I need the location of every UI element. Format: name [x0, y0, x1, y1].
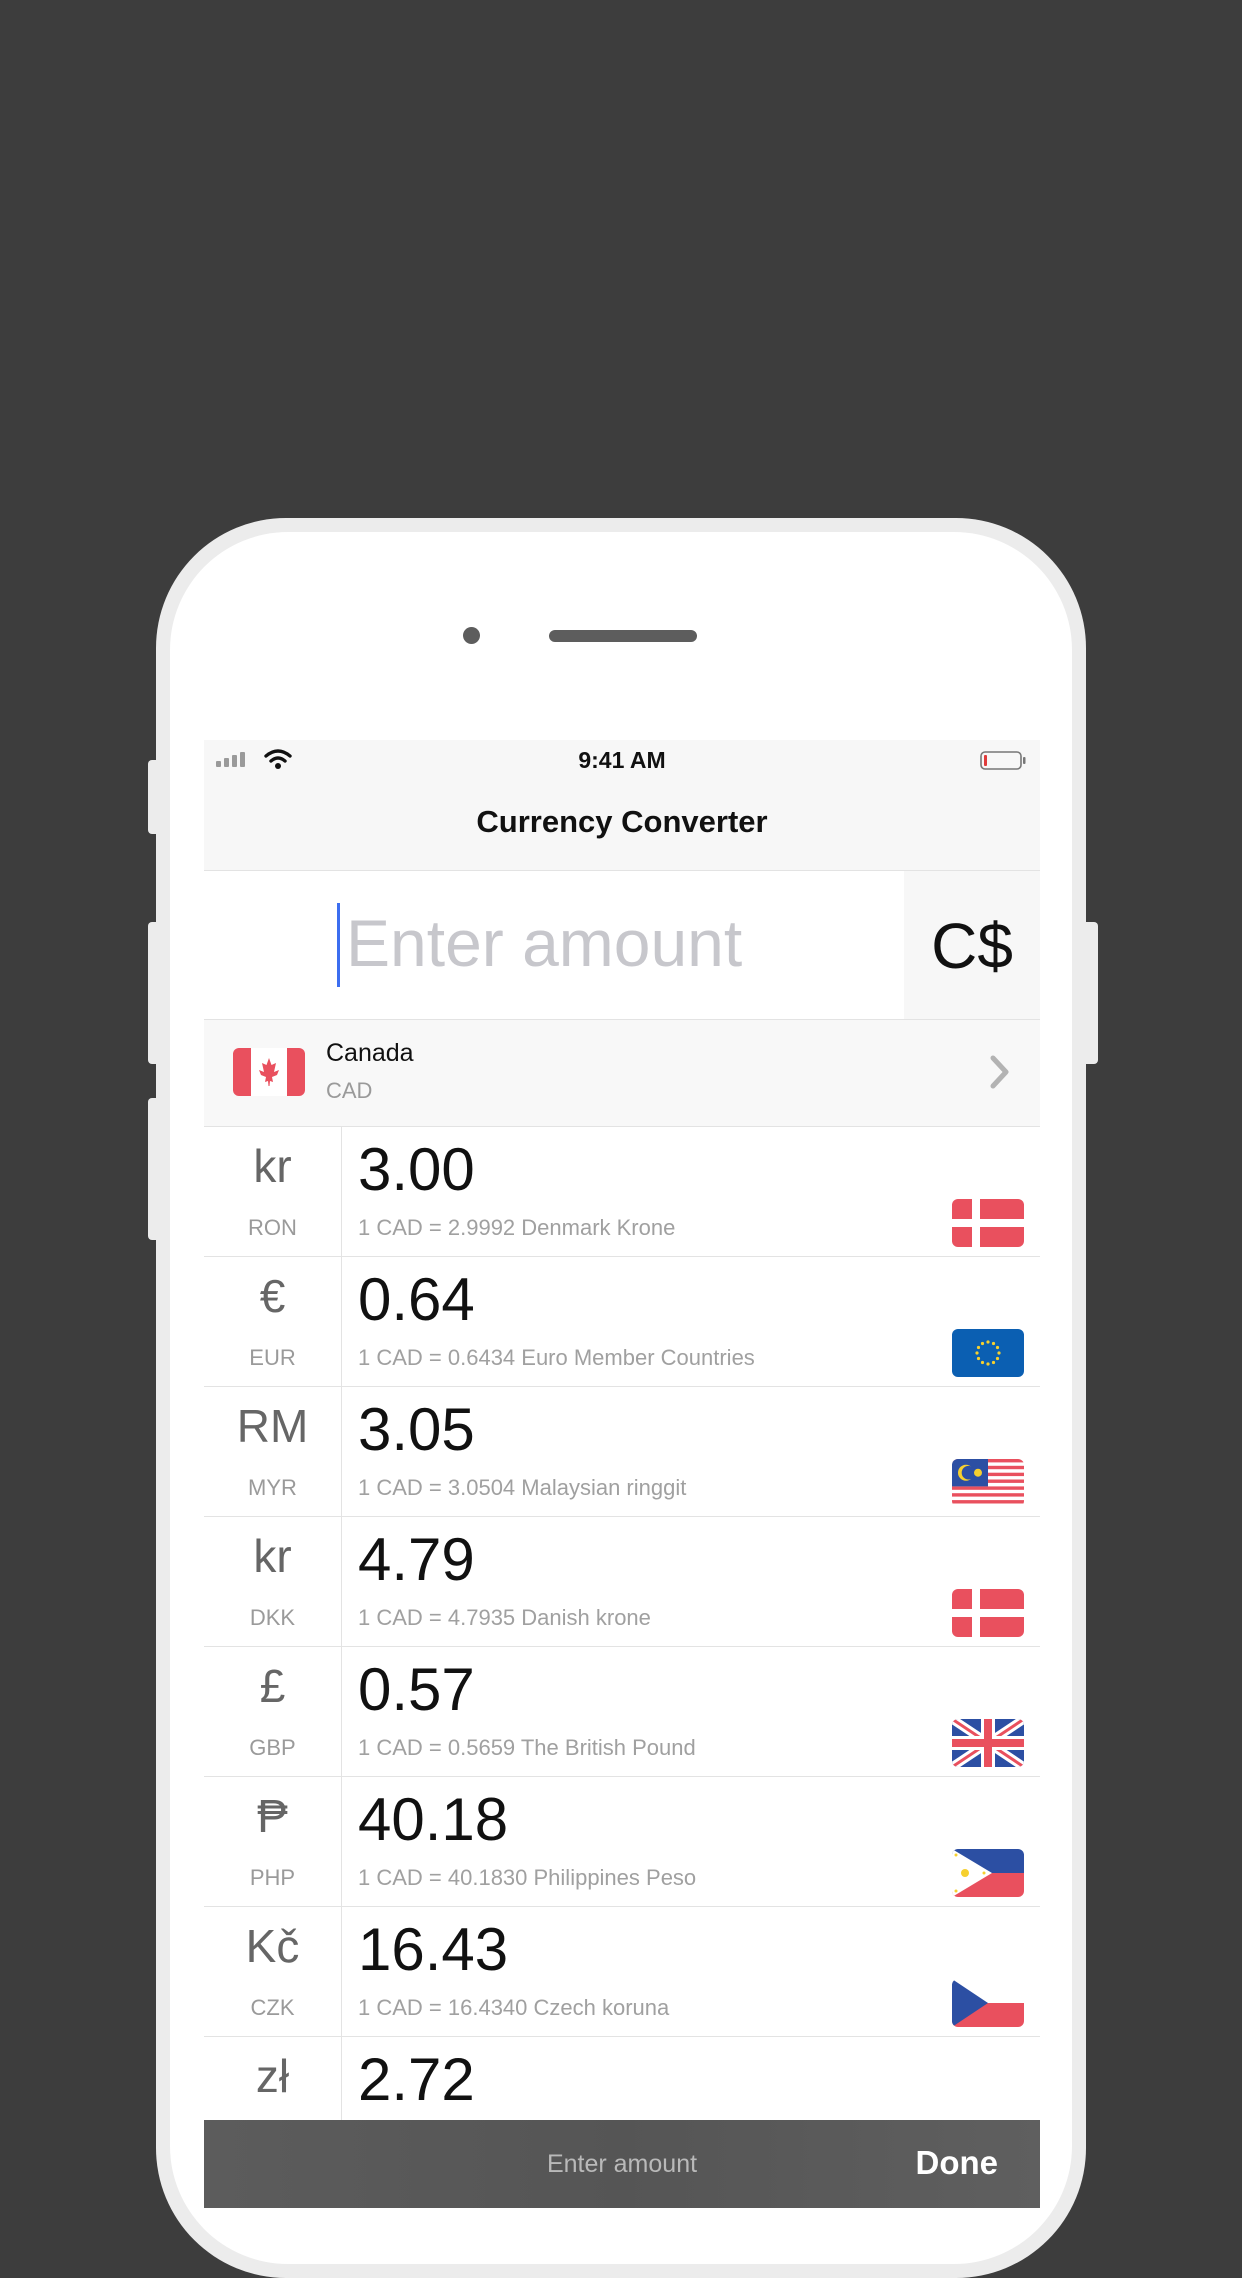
- exchange-rate-text: 1 CAD = 0.5659 The British Pound: [358, 1735, 696, 1760]
- mute-switch: [148, 760, 160, 834]
- denmark-flag-icon: [952, 1199, 1024, 1247]
- exchange-rate-text: 1 CAD = 2.9992 Denmark Krone: [358, 1215, 676, 1240]
- currency-symbol-box: C$: [904, 871, 1040, 1019]
- power-button: [1086, 922, 1098, 1064]
- converted-amount: 2.72: [358, 2046, 475, 2113]
- navigation-bar: Currency Converter: [204, 780, 1040, 871]
- rate-row-myr[interactable]: RM MYR 3.05 1 CAD = 3.0504 Malaysian rin…: [204, 1387, 1040, 1517]
- currency-cell: ₱ PHP: [204, 1777, 342, 1906]
- converted-amount: 0.64: [358, 1266, 475, 1333]
- amount-input[interactable]: [340, 895, 866, 991]
- denmark-flag-icon: [952, 1589, 1024, 1637]
- currency-code: DKK: [249, 1605, 296, 1630]
- canada-flag-icon: [233, 1048, 305, 1096]
- rate-row-php[interactable]: ₱ PHP 40.18 1 CAD = 40.1830 Philippines …: [204, 1777, 1040, 1907]
- base-currency-symbol: C$: [931, 910, 1013, 982]
- base-country-name: Canada: [326, 1039, 414, 1067]
- rate-row-ron[interactable]: kr RON 3.00 1 CAD = 2.9992 Denmark Krone: [204, 1127, 1040, 1257]
- keyboard-toolbar: Enter amount Done: [204, 2120, 1040, 2208]
- base-currency-code: CAD: [326, 1078, 373, 1103]
- currency-code: MYR: [248, 1475, 297, 1500]
- currency-cell: kr DKK: [204, 1517, 342, 1646]
- converted-amount: 3.00: [358, 1136, 475, 1203]
- currency-symbol: kr: [253, 1140, 292, 1192]
- volume-down-button: [148, 1098, 160, 1240]
- converted-amount: 40.18: [358, 1786, 509, 1853]
- currency-cell: Kč CZK: [204, 1907, 342, 2036]
- front-camera: [463, 627, 480, 644]
- currency-code: PHP: [249, 1865, 296, 1890]
- converted-amount: 4.79: [358, 1526, 475, 1593]
- philippines-flag-icon: [952, 1849, 1024, 1897]
- currency-code: EUR: [249, 1345, 296, 1370]
- converted-amount: 16.43: [358, 1916, 509, 1983]
- volume-up-button: [148, 922, 160, 1064]
- currency-symbol: Kč: [245, 1920, 300, 1972]
- page-title: Currency Converter: [476, 804, 768, 839]
- earpiece-speaker: [549, 630, 697, 642]
- currency-symbol: £: [259, 1660, 286, 1712]
- currency-cell: € EUR: [204, 1257, 342, 1386]
- currency-symbol: RM: [236, 1400, 309, 1452]
- currency-symbol: ₱: [257, 1790, 288, 1842]
- rate-row-gbp[interactable]: £ GBP 0.57 1 CAD = 0.5659 The British Po…: [204, 1647, 1040, 1777]
- rate-row-czk[interactable]: Kč CZK 16.43 1 CAD = 16.4340 Czech korun…: [204, 1907, 1040, 2037]
- exchange-rate-text: 1 CAD = 3.0504 Malaysian ringgit: [358, 1475, 687, 1500]
- amount-entry-bar: C$: [204, 871, 1040, 1020]
- base-currency-selector[interactable]: Canada CAD: [204, 1020, 1040, 1127]
- converted-amount: 3.05: [358, 1396, 475, 1463]
- malaysia-flag-icon: [952, 1459, 1024, 1507]
- rate-row-dkk[interactable]: kr DKK 4.79 1 CAD = 4.7935 Danish krone: [204, 1517, 1040, 1647]
- converted-amount: 0.57: [358, 1656, 475, 1723]
- currency-code: CZK: [250, 1995, 295, 2020]
- chevron-right-icon: [990, 1055, 1009, 1089]
- currency-code: RON: [248, 1215, 297, 1240]
- app-screen: 9:41 AM Currency Converter C$ Canada CAD: [204, 740, 1040, 2208]
- rates-list: kr RON 3.00 1 CAD = 2.9992 Denmark Krone…: [204, 1127, 1040, 2167]
- done-button[interactable]: Done: [916, 2144, 999, 2182]
- currency-cell: RM MYR: [204, 1387, 342, 1516]
- exchange-rate-text: 1 CAD = 4.7935 Danish krone: [358, 1605, 651, 1630]
- exchange-rate-text: 1 CAD = 40.1830 Philippines Peso: [358, 1865, 697, 1890]
- uk-flag-icon: [952, 1719, 1024, 1767]
- rate-row-eur[interactable]: € EUR 0.64 1 CAD = 0.6434 Euro Member Co…: [204, 1257, 1040, 1387]
- eu-flag-icon: [952, 1329, 1024, 1377]
- currency-symbol: €: [259, 1270, 286, 1322]
- exchange-rate-text: 1 CAD = 16.4340 Czech koruna: [358, 1995, 670, 2020]
- status-bar: 9:41 AM: [204, 740, 1040, 780]
- currency-symbol: zł: [255, 2050, 290, 2102]
- czech-flag-icon: [952, 1979, 1024, 2027]
- currency-cell: kr RON: [204, 1127, 342, 1256]
- exchange-rate-text: 1 CAD = 0.6434 Euro Member Countries: [358, 1345, 755, 1370]
- currency-symbol: kr: [253, 1530, 292, 1582]
- currency-code: GBP: [249, 1735, 296, 1760]
- status-time: 9:41 AM: [578, 747, 666, 773]
- battery-icon: [980, 751, 1026, 770]
- currency-cell: £ GBP: [204, 1647, 342, 1776]
